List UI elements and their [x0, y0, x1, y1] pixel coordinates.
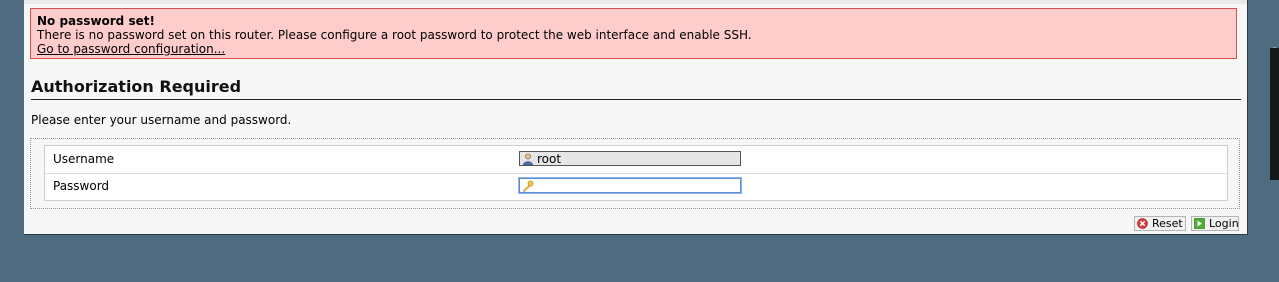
background-window-bar	[1270, 48, 1279, 180]
reset-button[interactable]: Reset	[1134, 216, 1186, 231]
login-panel: No password set! There is no password se…	[24, 0, 1248, 235]
fields-container: Username Password	[44, 145, 1228, 201]
background-window-edge: 5 g M	[1254, 0, 1279, 282]
password-row: Password	[45, 173, 1227, 200]
login-button[interactable]: Login	[1191, 216, 1239, 231]
username-row: Username	[45, 146, 1227, 174]
password-label: Password	[53, 179, 110, 193]
reset-icon	[1137, 218, 1148, 229]
alert-message: There is no password set on this router.…	[37, 28, 752, 42]
password-alert: No password set! There is no password se…	[30, 8, 1237, 59]
login-label: Login	[1209, 217, 1239, 230]
username-input[interactable]	[519, 151, 741, 166]
reset-label: Reset	[1152, 217, 1183, 230]
alert-title: No password set!	[37, 14, 155, 28]
password-input[interactable]	[519, 178, 741, 193]
top-strip	[24, 0, 1247, 4]
key-icon	[522, 180, 534, 192]
page-title: Authorization Required	[31, 77, 242, 96]
login-arrow-icon	[1194, 218, 1205, 229]
password-config-link[interactable]: Go to password configuration...	[37, 42, 225, 56]
username-label: Username	[53, 152, 115, 166]
login-fieldset: Username Password	[30, 138, 1240, 209]
user-icon	[523, 153, 533, 165]
intro-text: Please enter your username and password.	[31, 113, 292, 127]
title-divider	[31, 99, 1241, 100]
